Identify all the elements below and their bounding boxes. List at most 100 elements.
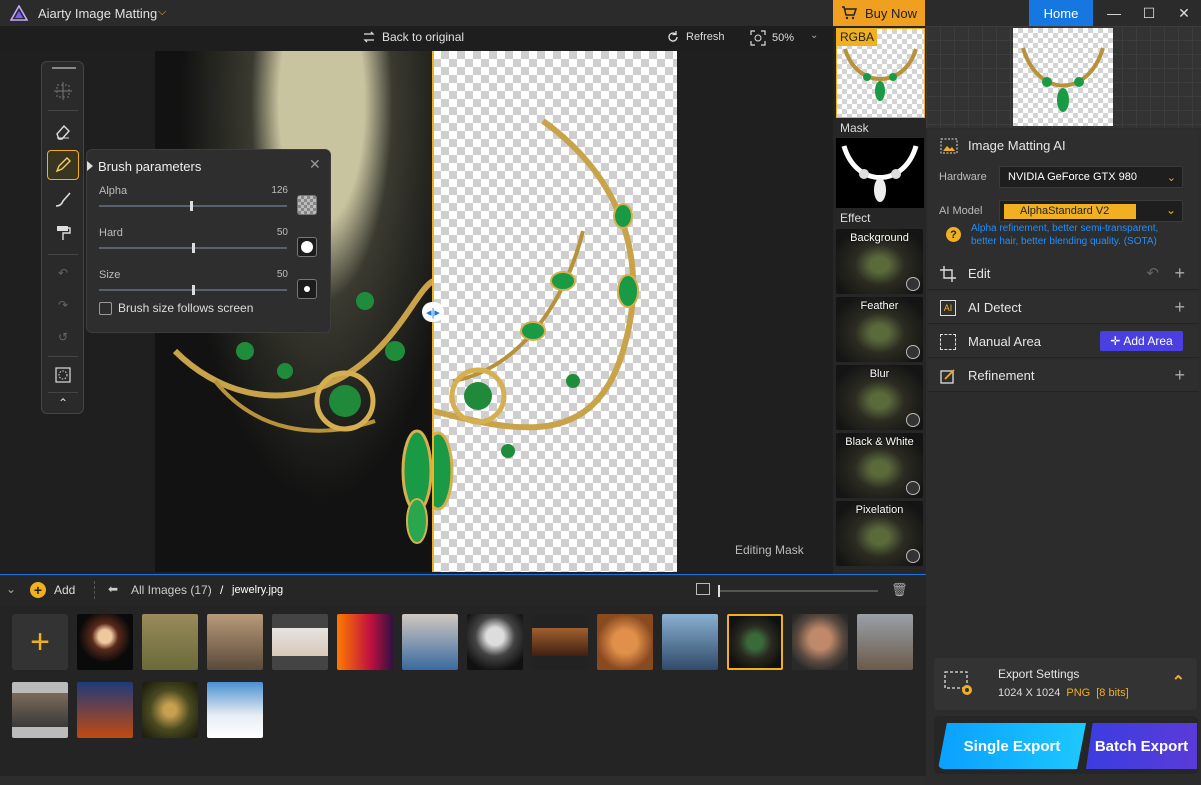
refresh-icon [668,31,678,42]
expand-plus-icon[interactable]: + [1174,297,1185,318]
gallery-thumb-snow-jump[interactable] [207,682,263,738]
gallery-thumb-hair[interactable] [402,614,458,670]
crop-tool-icon[interactable] [47,76,79,106]
ai-model-select[interactable]: AlphaStandard V2 ⌄ [999,200,1183,222]
zoom-value: 50% [772,32,795,44]
back-to-original-button[interactable]: Back to original [362,30,464,44]
add-plus-icon[interactable]: + [30,582,46,598]
thumbnail-size-thumb[interactable] [718,585,720,597]
batch-export-button[interactable]: Batch Export [1086,723,1197,769]
export-settings-summary: 1024 X 1024 PNG [8 bits] [998,687,1129,699]
effect-radio[interactable] [906,549,920,563]
add-area-button[interactable]: ✛ Add Area [1100,331,1183,351]
swap-icon [363,31,375,43]
redo-icon[interactable]: ↷ [47,290,79,320]
zoom-chevron-down-icon[interactable]: ⌄ [810,30,818,41]
undo-icon[interactable]: ↶ [47,258,79,288]
effect-radio[interactable] [906,277,920,291]
minimize-icon[interactable]: — [1096,0,1132,26]
gallery-thumb-angel[interactable] [467,614,523,670]
add-image-button[interactable]: + [12,614,68,670]
close-window-icon[interactable]: ✕ [1166,0,1201,26]
brush-size-follows-screen-label: Brush size follows screen [118,301,254,315]
gallery-thumb-woman-flowers[interactable] [207,614,263,670]
app-menu-chevron-icon[interactable]: ⌵ [158,6,166,19]
export-bits: [8 bits] [1096,687,1129,699]
buy-now-button[interactable]: Buy Now [833,0,925,26]
alpha-swatch[interactable] [297,195,317,215]
gallery-thumb-jewelry[interactable] [727,614,783,670]
chevron-down-icon: ⌄ [1166,171,1176,184]
title-bar [0,0,1201,26]
trash-icon[interactable]: 🗑 [891,582,908,598]
home-button[interactable]: Home [1029,0,1093,26]
gallery-thumb-man[interactable] [792,614,848,670]
mask-thumbnail[interactable] [836,138,924,208]
add-label[interactable]: Add [54,583,75,597]
hardware-value: NVIDIA GeForce GTX 980 [1008,171,1137,183]
gallery-thumb-bicycle[interactable] [142,614,198,670]
effect-feather[interactable]: Feather [836,297,923,362]
back-arrow-icon[interactable]: ⬅ [108,582,118,596]
gallery-thumb-portrait[interactable] [272,614,328,670]
selection-icon[interactable] [47,360,79,390]
manual-area-section[interactable]: Manual Area ✛ Add Area [928,326,1199,358]
maximize-icon[interactable]: ☐ [1131,0,1167,26]
effect-radio[interactable] [906,345,920,359]
size-label: Size [99,269,121,281]
gallery-thumb-spiderweb[interactable] [142,682,198,738]
gallery-thumb-lights[interactable] [532,614,588,670]
zoom-control[interactable]: 50% [750,30,794,46]
ai-model-label: AI Model [939,205,983,217]
edit-section[interactable]: Edit ↶ + [928,258,1199,290]
ai-detect-title: AI Detect [968,300,1022,315]
image-gallery [0,606,926,776]
collapse-up-icon[interactable]: ⌃ [47,393,79,413]
eraser-tool-icon[interactable] [47,116,79,146]
single-export-button[interactable]: Single Export [938,723,1086,769]
gallery-thumb-couple[interactable] [12,682,68,738]
reset-icon[interactable]: ↺ [47,322,79,352]
ai-detect-section[interactable]: AI AI Detect + [928,292,1199,324]
brush-tool-icon[interactable] [47,150,79,180]
help-icon[interactable]: ? [946,227,961,242]
effect-blur[interactable]: Blur [836,365,923,430]
gallery-thumb-fire[interactable] [77,682,133,738]
breadcrumb-all-images[interactable]: All Images (17) [131,583,212,597]
alpha-value: 126 [271,185,288,196]
brush-size-follows-screen-checkbox[interactable] [99,302,112,315]
export-settings[interactable]: Export Settings 1024 X 1024 PNG [8 bits]… [934,658,1197,710]
cart-icon [841,6,857,20]
hard-swatch[interactable] [297,237,317,257]
close-icon[interactable]: ✕ [309,156,321,173]
collapse-down-icon[interactable]: ⌄ [6,582,16,596]
undo-icon[interactable]: ↶ [1146,264,1159,282]
paint-roller-icon[interactable] [47,218,79,248]
double-chevron-up-icon[interactable]: ⌃ [1172,672,1185,692]
alpha-slider-thumb[interactable] [190,201,194,211]
gallery-thumb-cat[interactable] [597,614,653,670]
smudge-brush-icon[interactable] [47,184,79,214]
effect-radio[interactable] [906,413,920,427]
toolbar-grip[interactable] [52,67,76,69]
hard-slider-thumb[interactable] [192,243,195,253]
expand-plus-icon[interactable]: + [1174,263,1185,284]
size-slider-thumb[interactable] [192,285,195,295]
effect-name: Black & White [845,436,914,448]
size-swatch[interactable] [297,279,317,299]
dashed-selection-icon [940,334,956,350]
gallery-thumb-child[interactable] [857,614,913,670]
thumbnail-size-slider[interactable] [718,590,878,592]
refinement-section[interactable]: Refinement + [928,360,1199,392]
refresh-button[interactable]: Refresh [666,30,725,44]
effect-pixelation[interactable]: Pixelation [836,501,923,566]
effect-radio[interactable] [906,481,920,495]
expand-plus-icon[interactable]: + [1174,365,1185,386]
effect-black-white[interactable]: Black & White [836,433,923,498]
gallery-thumb-woman-blue[interactable] [662,614,718,670]
hardware-select[interactable]: NVIDIA GeForce GTX 980 ⌄ [999,166,1183,188]
effect-background[interactable]: Background [836,229,923,294]
gallery-thumb-silhouette[interactable] [337,614,393,670]
split-handle-icon[interactable]: ◂|▸ [422,302,444,322]
gallery-thumb-jellyfish[interactable] [77,614,133,670]
